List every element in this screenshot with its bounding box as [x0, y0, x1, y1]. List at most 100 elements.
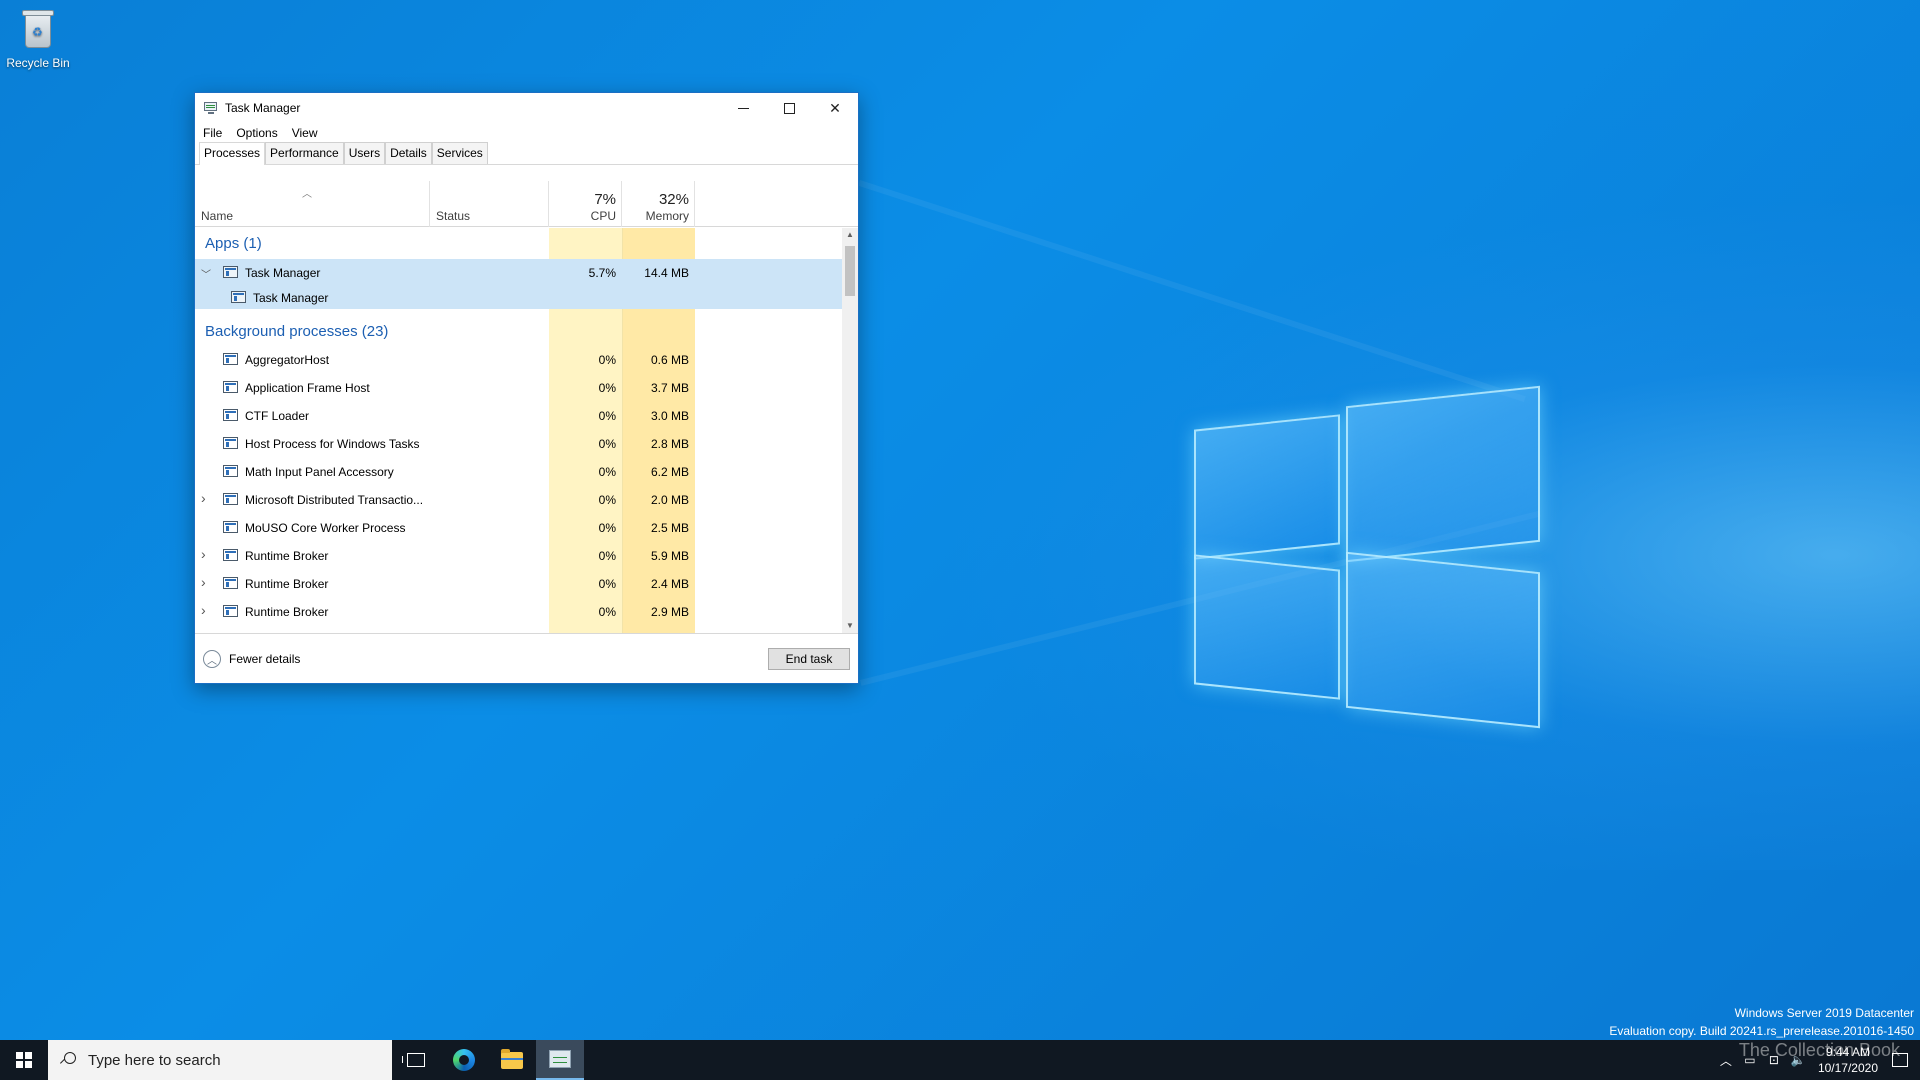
watermark-edition: Windows Server 2019 Datacenter	[1734, 1006, 1914, 1020]
process-memory: 6.2 MB	[650, 465, 689, 479]
process-memory: 2.4 MB	[650, 577, 689, 591]
process-memory: 5.9 MB	[650, 549, 689, 563]
brand-watermark: The Collection Book	[1738, 1040, 1900, 1060]
process-cpu: 0%	[598, 465, 616, 479]
window-title: Task Manager	[225, 101, 301, 115]
column-cpu[interactable]: 7% CPU	[549, 181, 622, 227]
column-status-label: Status	[436, 209, 471, 223]
tab-processes[interactable]: Processes	[199, 142, 266, 165]
process-name: Math Input Panel Accessory	[245, 465, 394, 479]
expand-chevron-icon[interactable]: ›	[201, 602, 211, 618]
process-name: MoUSO Core Worker Process	[245, 521, 406, 535]
taskbar-search-box[interactable]: Type here to search	[48, 1040, 392, 1080]
column-status[interactable]: Status	[430, 181, 549, 227]
process-memory: 3.7 MB	[650, 381, 689, 395]
tab-strip: Processes Performance Users Details Serv…	[195, 142, 858, 165]
menu-options[interactable]: Options	[236, 126, 277, 140]
task-manager-window: Task Manager ✕ File Options View Process…	[194, 92, 859, 684]
tab-details[interactable]: Details	[385, 142, 432, 164]
tab-users[interactable]: Users	[343, 142, 386, 164]
tab-performance[interactable]: Performance	[265, 142, 344, 164]
process-row[interactable]: AggregatorHost 0% 0.6 MB	[195, 346, 843, 374]
column-cpu-label: CPU	[590, 209, 616, 223]
recycle-bin[interactable]: ♻ Recycle Bin	[4, 8, 72, 70]
edition-watermark: Windows Server 2019 Datacenter Evaluatio…	[1609, 1004, 1914, 1040]
process-row[interactable]: › Runtime Broker 0% 2.4 MB	[195, 570, 843, 598]
process-cpu: 5.7%	[588, 266, 616, 280]
menu-bar: File Options View	[195, 123, 858, 143]
expand-chevron-icon[interactable]: ›	[201, 546, 211, 562]
column-memory-label: Memory	[645, 209, 689, 223]
close-button[interactable]: ✕	[812, 93, 858, 123]
process-row[interactable]: › Runtime Broker 0% 2.9 MB	[195, 598, 843, 626]
process-row[interactable]: › Microsoft Distributed Transactio... 0% 2.…	[195, 486, 843, 514]
task-view-button[interactable]	[392, 1040, 440, 1080]
close-icon: ✕	[829, 99, 841, 116]
process-list: Apps (1) ﹀ Task Manager 5.7% 14.4 MB Tas…	[195, 228, 858, 633]
scrollbar-thumb[interactable]	[845, 246, 855, 296]
task-manager-icon	[223, 266, 239, 280]
process-row[interactable]: CTF Loader 0% 3.0 MB	[195, 402, 843, 430]
vertical-scrollbar[interactable]: ▲ ▼	[842, 228, 858, 633]
process-child-row[interactable]: Task Manager	[195, 284, 843, 309]
process-name: Task Manager	[245, 266, 321, 280]
process-row[interactable]: › Runtime Broker 0% 5.9 MB	[195, 542, 843, 570]
process-memory: 2.9 MB	[650, 605, 689, 619]
menu-view[interactable]: View	[292, 126, 318, 140]
column-header: ︿ Name Status 7% CPU 32% Memory	[195, 181, 858, 227]
process-memory: 0.6 MB	[650, 353, 689, 367]
process-name: AggregatorHost	[245, 353, 330, 367]
process-memory: 2.8 MB	[650, 437, 689, 451]
process-name: Runtime Broker	[245, 577, 329, 591]
process-icon	[223, 605, 239, 619]
scroll-up-icon[interactable]: ▲	[842, 228, 858, 242]
process-row[interactable]: Host Process for Windows Tasks 0% 2.8 MB	[195, 430, 843, 458]
scroll-down-icon[interactable]: ▼	[842, 619, 858, 633]
task-manager-icon	[203, 101, 219, 115]
collapse-chevron-icon[interactable]: ﹀	[201, 266, 211, 281]
group-background-processes[interactable]: Background processes (23)	[205, 318, 388, 346]
ctf-loader-icon	[223, 409, 239, 423]
file-explorer-icon	[501, 1048, 523, 1069]
windows-logo-wallpaper	[1192, 382, 1542, 742]
edge-button[interactable]	[440, 1040, 488, 1080]
process-name: Host Process for Windows Tasks	[245, 437, 420, 451]
process-name: Task Manager	[253, 291, 329, 305]
process-row[interactable]: MoUSO Core Worker Process 0% 2.5 MB	[195, 514, 843, 542]
process-row[interactable]: Math Input Panel Accessory 0% 6.2 MB	[195, 458, 843, 486]
process-icon	[223, 549, 239, 563]
process-name: Microsoft Distributed Transactio...	[245, 493, 424, 507]
end-task-button[interactable]: End task	[768, 648, 850, 670]
title-bar[interactable]: Task Manager ✕	[195, 93, 858, 123]
column-name[interactable]: ︿ Name	[195, 181, 430, 227]
maximize-button[interactable]	[766, 93, 812, 123]
start-button[interactable]	[0, 1040, 48, 1080]
maximize-icon	[783, 102, 795, 114]
cpu-total: 7%	[594, 191, 616, 208]
menu-file[interactable]: File	[203, 126, 222, 140]
process-row[interactable]: Application Frame Host 0% 3.7 MB	[195, 374, 843, 402]
expand-chevron-icon[interactable]: ›	[201, 574, 211, 590]
minimize-button[interactable]	[720, 93, 766, 123]
recycle-bin-icon: ♻	[21, 8, 55, 50]
process-memory: 3.0 MB	[650, 409, 689, 423]
process-memory: 2.0 MB	[650, 493, 689, 507]
process-row-task-manager[interactable]: ﹀ Task Manager 5.7% 14.4 MB	[195, 259, 843, 284]
chevron-up-icon: ︿	[203, 650, 221, 668]
process-name: Runtime Broker	[245, 605, 329, 619]
process-name: CTF Loader	[245, 409, 310, 423]
clock-date: 10/17/2020	[1817, 1061, 1878, 1075]
footer-bar: ︿ Fewer details End task	[195, 633, 858, 683]
expand-chevron-icon[interactable]: ›	[201, 490, 211, 506]
group-apps[interactable]: Apps (1)	[205, 230, 262, 258]
tab-services[interactable]: Services	[431, 142, 488, 164]
file-explorer-button[interactable]	[488, 1040, 536, 1080]
task-manager-icon	[549, 1050, 571, 1068]
show-hidden-icons-icon[interactable]: ︿	[1716, 1052, 1736, 1069]
task-manager-taskbar-button[interactable]	[536, 1040, 584, 1080]
process-cpu: 0%	[598, 381, 616, 395]
column-memory[interactable]: 32% Memory	[622, 181, 695, 227]
taskbar: Type here to search ︿ ▭ ⊡ 🔈 9:44 AM 10/1…	[0, 1040, 1920, 1080]
process-cpu: 0%	[598, 353, 616, 367]
fewer-details-button[interactable]: ︿ Fewer details	[203, 650, 300, 668]
